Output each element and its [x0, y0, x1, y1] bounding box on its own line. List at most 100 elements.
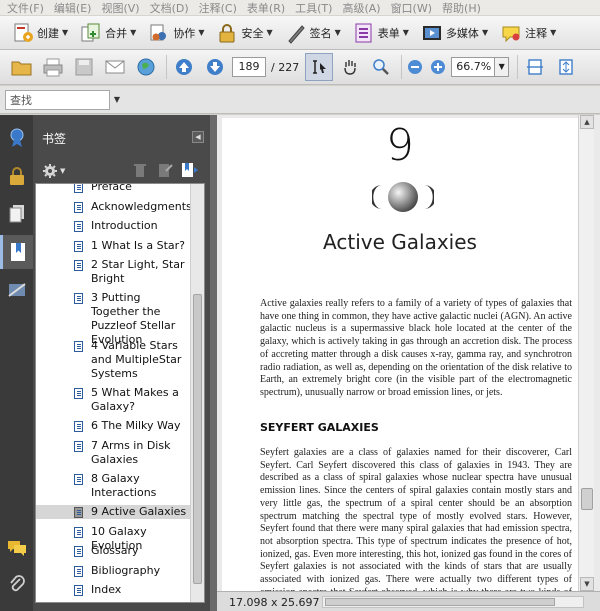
menu-help[interactable]: 帮助(H) [437, 0, 486, 16]
page-bookmark-icon [74, 341, 83, 352]
disk-icon [75, 58, 93, 76]
bookmark-scrollbar[interactable] [190, 184, 204, 602]
hand-tool-button[interactable] [336, 53, 364, 81]
panel-splitter[interactable] [210, 115, 217, 611]
menu-tools[interactable]: 工具(T) [290, 0, 337, 16]
horizontal-scrollbar[interactable] [322, 596, 584, 608]
scrollbar-thumb[interactable] [193, 294, 202, 584]
chevron-down-icon: ▼ [481, 28, 489, 37]
page-bookmark-icon [74, 260, 83, 271]
arrow-up-icon [176, 59, 192, 75]
bookmark-item[interactable]: 4 Variable Stars and MultipleStar System… [36, 339, 190, 381]
bookmark-label: Glossary [91, 544, 139, 557]
email-button[interactable] [101, 53, 129, 81]
bookmark-label: Index [91, 583, 122, 596]
bookmark-label: 1 What Is a Star? [91, 239, 185, 252]
menu-edit[interactable]: 编辑(E) [49, 0, 97, 16]
bookmark-item[interactable]: 8 Galaxy Interactions [36, 472, 190, 500]
multimedia-button[interactable]: 多媒体 ▼ [417, 20, 492, 46]
menu-file[interactable]: 文件(F) [2, 0, 49, 16]
menu-comments[interactable]: 注释(C) [194, 0, 242, 16]
delete-bookmark-button[interactable] [133, 162, 147, 181]
next-page-button[interactable] [201, 53, 229, 81]
page-number-input[interactable]: 189 [232, 57, 266, 77]
new-bookmark-button[interactable] [157, 162, 174, 181]
print-button[interactable] [39, 53, 67, 81]
security-panel-button[interactable] [0, 161, 33, 191]
menu-view[interactable]: 视图(V) [96, 0, 144, 16]
signatures-panel-button[interactable] [0, 123, 33, 153]
multimedia-icon [421, 22, 443, 44]
scroll-down-button[interactable]: ▼ [580, 577, 594, 591]
marquee-zoom-button[interactable] [367, 53, 395, 81]
comment-button[interactable]: 注释 ▼ [496, 20, 560, 46]
envelope-icon [105, 60, 125, 74]
bookmark-item[interactable]: 7 Arms in Disk Galaxies [36, 439, 190, 467]
secure-label: 安全 [241, 26, 264, 40]
collapse-panel-button[interactable]: ◀ [192, 131, 204, 143]
bookmark-item[interactable]: Preface [36, 184, 190, 194]
bookmark-item[interactable]: Acknowledgments [36, 200, 192, 214]
create-button[interactable]: 创建 ▼ [8, 20, 72, 46]
options-button[interactable]: ▼ [42, 163, 65, 179]
sign-button[interactable]: 签名 ▼ [281, 20, 345, 46]
fit-page-button[interactable] [552, 53, 580, 81]
select-tool-button[interactable] [305, 53, 334, 81]
forms-icon [353, 22, 375, 44]
pages-panel-button[interactable] [0, 199, 33, 229]
scrollbar-thumb[interactable] [581, 488, 593, 510]
zoom-input[interactable]: 66.7% [451, 57, 496, 77]
bookmark-item[interactable]: Introduction [36, 219, 190, 233]
zoom-dropdown-button[interactable]: ▼ [495, 57, 510, 77]
attachments-panel-button[interactable] [0, 569, 33, 599]
page-bookmark-icon [74, 474, 83, 485]
chevron-down-icon: ▼ [550, 28, 557, 37]
menu-forms[interactable]: 表单(R) [242, 0, 290, 16]
task-toolbar: 创建 ▼ 合并 ▼ 协作 ▼ 安全 ▼ 签名 ▼ 表单 ▼ 多媒体 ▼ 注释 ▼ [0, 16, 600, 50]
expand-bookmark-button[interactable] [181, 162, 199, 181]
menu-advanced[interactable]: 高级(A) [337, 0, 385, 16]
previous-page-button[interactable] [170, 53, 198, 81]
bookmark-label: 7 Arms in Disk Galaxies [91, 439, 171, 466]
bookmark-item[interactable]: Bibliography [36, 564, 190, 578]
moon-phases-icon [372, 182, 434, 212]
zoom-in-button[interactable] [428, 53, 448, 81]
bookmark-item[interactable]: Glossary [36, 544, 190, 558]
bookmark-item-selected[interactable]: 9 Active Galaxies [36, 505, 190, 519]
bookmark-item[interactable]: 1 What Is a Star? [36, 239, 190, 253]
bookmark-label: 5 What Makes a Galaxy? [91, 386, 179, 413]
find-input[interactable]: 查找 [5, 89, 110, 110]
scroll-up-button[interactable]: ▲ [580, 115, 594, 129]
magnifier-icon [373, 59, 390, 75]
page-bookmark-icon [74, 527, 83, 538]
find-dropdown-button[interactable]: ▼ [110, 90, 124, 110]
bookmark-item[interactable]: 6 The Milky Way [36, 419, 190, 433]
bookmark-label: 9 Active Galaxies [91, 505, 187, 518]
share-button[interactable] [132, 53, 160, 81]
layers-panel-button[interactable] [0, 275, 33, 305]
new-bookmark-icon [159, 163, 174, 177]
chevron-up-icon: ▲ [584, 118, 590, 126]
menu-window[interactable]: 窗口(W) [386, 0, 437, 16]
status-bar: 17.098 x 25.697 厘米 [217, 591, 600, 611]
save-button[interactable] [70, 53, 98, 81]
bookmark-item[interactable]: Index [36, 583, 190, 597]
menu-bar: 文件(F) 编辑(E) 视图(V) 文档(D) 注释(C) 表单(R) 工具(T… [0, 0, 600, 16]
collaborate-button[interactable]: 协作 ▼ [144, 20, 208, 46]
zoom-out-button[interactable] [405, 53, 425, 81]
comments-panel-button[interactable] [0, 533, 33, 563]
open-button[interactable] [8, 53, 36, 81]
document-scrollbar[interactable]: ▲ ▼ [578, 115, 594, 591]
combine-button[interactable]: 合并 ▼ [76, 20, 140, 46]
scrollbar-thumb[interactable] [325, 598, 555, 606]
bookmark-item[interactable]: 2 Star Light, Star Bright [36, 258, 190, 286]
secure-button[interactable]: 安全 ▼ [212, 20, 276, 46]
bookmark-item[interactable]: 5 What Makes a Galaxy? [36, 386, 190, 414]
separator [517, 55, 519, 79]
forms-label: 表单 [377, 26, 400, 40]
bookmarks-panel-button[interactable] [0, 235, 33, 269]
fit-width-button[interactable] [521, 53, 549, 81]
section-heading: SEYFERT GALAXIES [260, 421, 379, 434]
menu-document[interactable]: 文档(D) [145, 0, 194, 16]
forms-button[interactable]: 表单 ▼ [349, 20, 413, 46]
